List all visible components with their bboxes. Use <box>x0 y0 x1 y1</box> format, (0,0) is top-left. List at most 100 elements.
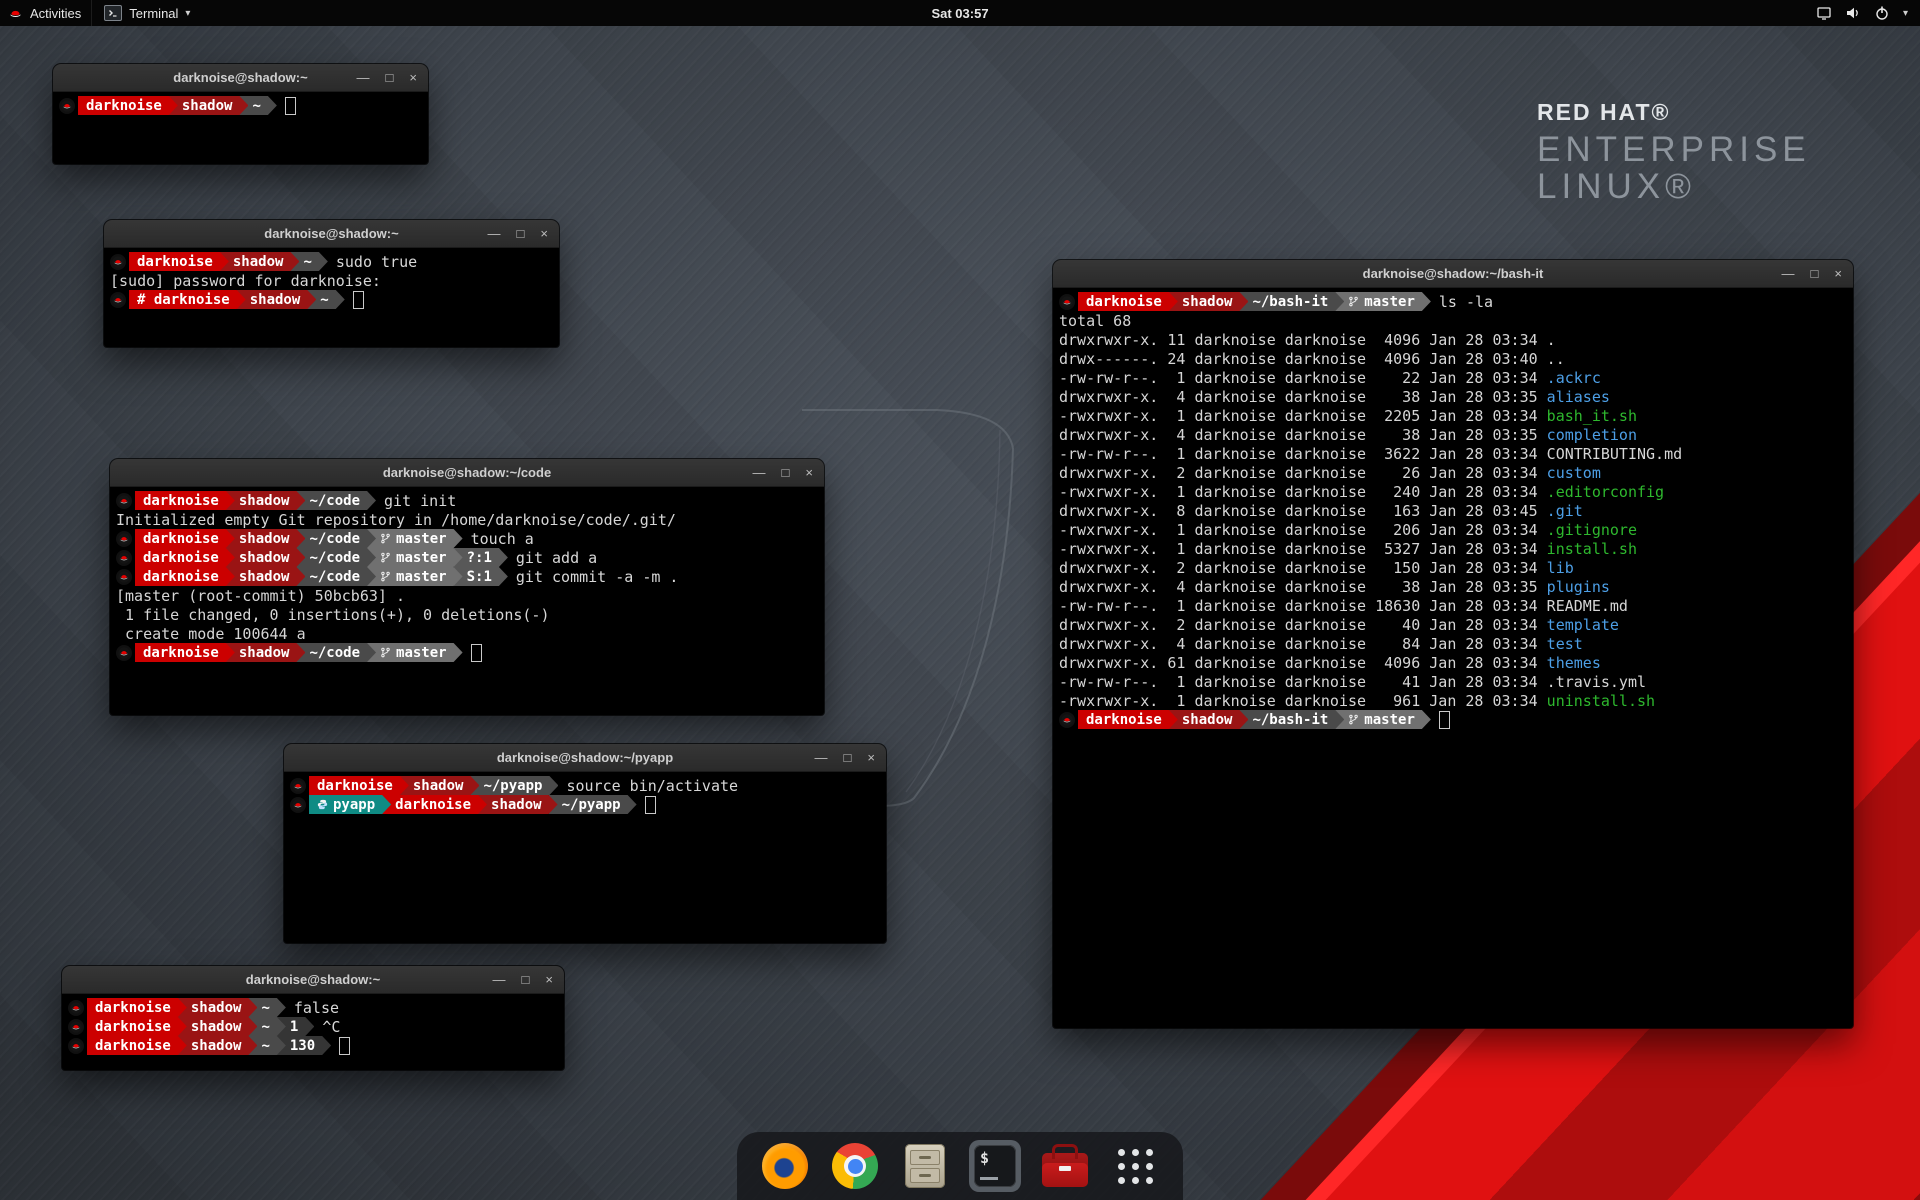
volume-icon <box>1845 5 1861 21</box>
clock[interactable]: Sat 03:57 <box>931 6 988 21</box>
dock-item-firefox[interactable] <box>759 1140 811 1192</box>
terminal-content[interactable]: darknoiseshadow~falsedarknoiseshadow~1^C… <box>62 994 564 1059</box>
prompt-segment: master <box>1335 292 1431 311</box>
titlebar[interactable]: darknoise@shadow:~/pyapp — □ × <box>284 744 886 772</box>
maximize-button[interactable]: □ <box>522 973 530 986</box>
prompt-segment: darknoise <box>382 795 487 814</box>
terminal-line: darknoiseshadow~/codemaster?:1git add a <box>116 548 818 567</box>
minimize-button[interactable]: — <box>753 466 766 479</box>
terminal-window-home-1[interactable]: darknoise@shadow:~ — □ × darknoiseshadow… <box>53 64 428 164</box>
output-text: drwxrwxr-x. 61 darknoise darknoise 4096 … <box>1059 654 1547 672</box>
output-text: 1 file changed, 0 insertions(+), 0 delet… <box>116 606 549 624</box>
minimize-button[interactable]: — <box>493 973 506 986</box>
terminal-window-code[interactable]: darknoise@shadow:~/code — □ × darknoises… <box>110 459 824 715</box>
system-status-area[interactable]: ▾ <box>1816 0 1920 26</box>
terminal-line: create mode 100644 a <box>116 624 818 643</box>
terminal-line: -rwxrwxr-x. 1 darknoise darknoise 961 Ja… <box>1059 691 1847 710</box>
minimize-button[interactable]: — <box>488 227 501 240</box>
terminal-line: darknoiseshadow~/codegit init <box>116 491 818 510</box>
prompt-segment: ~/code <box>296 529 376 548</box>
terminal-window-pyapp[interactable]: darknoise@shadow:~/pyapp — □ × darknoise… <box>284 744 886 943</box>
output-text: drwxrwxr-x. 2 darknoise darknoise 40 Jan… <box>1059 616 1547 634</box>
terminal-content[interactable]: darknoiseshadow~/bash-itmasterls -latota… <box>1053 288 1853 733</box>
terminal-line: -rw-rw-r--. 1 darknoise darknoise 3622 J… <box>1059 444 1847 463</box>
terminal-content[interactable]: darknoiseshadow~ <box>53 92 428 119</box>
prompt-segment: darknoise <box>309 776 409 795</box>
app-menu-label: Terminal <box>129 6 178 21</box>
close-button[interactable]: × <box>545 973 553 986</box>
terminal-content[interactable]: darknoiseshadow~/pyappsource bin/activat… <box>284 772 886 818</box>
terminal-line: -rw-rw-r--. 1 darknoise darknoise 22 Jan… <box>1059 368 1847 387</box>
window-title: darknoise@shadow:~ <box>264 226 398 241</box>
terminal-content[interactable]: darknoiseshadow~sudo true[sudo] password… <box>104 248 559 313</box>
app-menu-terminal[interactable]: Terminal ▾ <box>91 0 202 26</box>
prompt-segment: ~/code <box>296 548 376 567</box>
command-text: ls -la <box>1439 293 1493 311</box>
output-text: custom <box>1547 464 1601 482</box>
window-title: darknoise@shadow:~/code <box>383 465 551 480</box>
terminal-line: -rwxrwxr-x. 1 darknoise darknoise 5327 J… <box>1059 539 1847 558</box>
minimize-button[interactable]: — <box>1782 267 1795 280</box>
close-button[interactable]: × <box>867 751 875 764</box>
dock-item-toolbox[interactable] <box>1039 1140 1091 1192</box>
close-button[interactable]: × <box>540 227 548 240</box>
output-text: drwxrwxr-x. 4 darknoise darknoise 38 Jan… <box>1059 388 1547 406</box>
command-text: sudo true <box>336 253 417 271</box>
window-title: darknoise@shadow:~ <box>246 972 380 987</box>
terminal-window-sudo[interactable]: darknoise@shadow:~ — □ × darknoiseshadow… <box>104 220 559 347</box>
brand-red-hat: RED HAT® <box>1537 100 1811 124</box>
terminal-window-bash-it[interactable]: darknoise@shadow:~/bash-it — □ × darknoi… <box>1053 260 1853 1028</box>
terminal-cursor <box>339 1037 350 1055</box>
show-apps-icon <box>1114 1145 1156 1187</box>
close-button[interactable]: × <box>1834 267 1842 280</box>
terminal-content[interactable]: darknoiseshadow~/codegit initInitialized… <box>110 487 824 666</box>
activities-label: Activities <box>30 6 81 21</box>
titlebar[interactable]: darknoise@shadow:~/code — □ × <box>110 459 824 487</box>
minimize-button[interactable]: — <box>815 751 828 764</box>
dock-item-show-apps[interactable] <box>1109 1140 1161 1192</box>
maximize-button[interactable]: □ <box>517 227 525 240</box>
prompt-segment: darknoise <box>1078 292 1178 311</box>
titlebar[interactable]: darknoise@shadow:~ — □ × <box>53 64 428 92</box>
output-text: install.sh <box>1547 540 1637 558</box>
redhat-icon <box>110 254 126 270</box>
prompt-segment: master <box>367 548 463 567</box>
terminal-window-home-2[interactable]: darknoise@shadow:~ — □ × darknoiseshadow… <box>62 966 564 1070</box>
maximize-button[interactable]: □ <box>782 466 790 479</box>
output-text: aliases <box>1547 388 1610 406</box>
titlebar[interactable]: darknoise@shadow:~ — □ × <box>104 220 559 248</box>
toolbox-icon <box>1042 1153 1088 1187</box>
prompt-segment: master <box>1335 710 1431 729</box>
maximize-button[interactable]: □ <box>386 71 394 84</box>
maximize-button[interactable]: □ <box>1811 267 1819 280</box>
redhat-icon <box>116 550 132 566</box>
prompt-segment: ~/code <box>296 491 376 510</box>
terminal-cursor <box>285 97 296 115</box>
prompt-segment: shadow <box>226 491 306 510</box>
redhat-icon <box>116 569 132 585</box>
terminal-line: # darknoiseshadow~ <box>110 290 553 309</box>
output-text: drwxrwxr-x. 8 darknoise darknoise 163 Ja… <box>1059 502 1547 520</box>
dock-item-files[interactable] <box>899 1140 951 1192</box>
prompt-segment: darknoise <box>129 252 229 271</box>
brand-enterprise: ENTERPRISE <box>1537 131 1811 168</box>
dock-item-terminal[interactable]: $ <box>969 1140 1021 1192</box>
redhat-icon <box>1059 294 1075 310</box>
terminal-line: 1 file changed, 0 insertions(+), 0 delet… <box>116 605 818 624</box>
activities-button[interactable]: Activities <box>0 0 91 26</box>
close-button[interactable]: × <box>409 71 417 84</box>
minimize-button[interactable]: — <box>357 71 370 84</box>
power-icon <box>1874 5 1890 21</box>
command-text: false <box>294 999 339 1017</box>
terminal-line: drwxrwxr-x. 4 darknoise darknoise 84 Jan… <box>1059 634 1847 653</box>
prompt-segment: shadow <box>226 567 306 586</box>
titlebar[interactable]: darknoise@shadow:~ — □ × <box>62 966 564 994</box>
close-button[interactable]: × <box>805 466 813 479</box>
maximize-button[interactable]: □ <box>844 751 852 764</box>
chrome-icon <box>832 1143 878 1189</box>
titlebar[interactable]: darknoise@shadow:~/bash-it — □ × <box>1053 260 1853 288</box>
terminal-line: drwxrwxr-x. 4 darknoise darknoise 38 Jan… <box>1059 425 1847 444</box>
command-text: touch a <box>471 530 534 548</box>
dock-item-chrome[interactable] <box>829 1140 881 1192</box>
terminal-line: drwxrwxr-x. 4 darknoise darknoise 38 Jan… <box>1059 387 1847 406</box>
